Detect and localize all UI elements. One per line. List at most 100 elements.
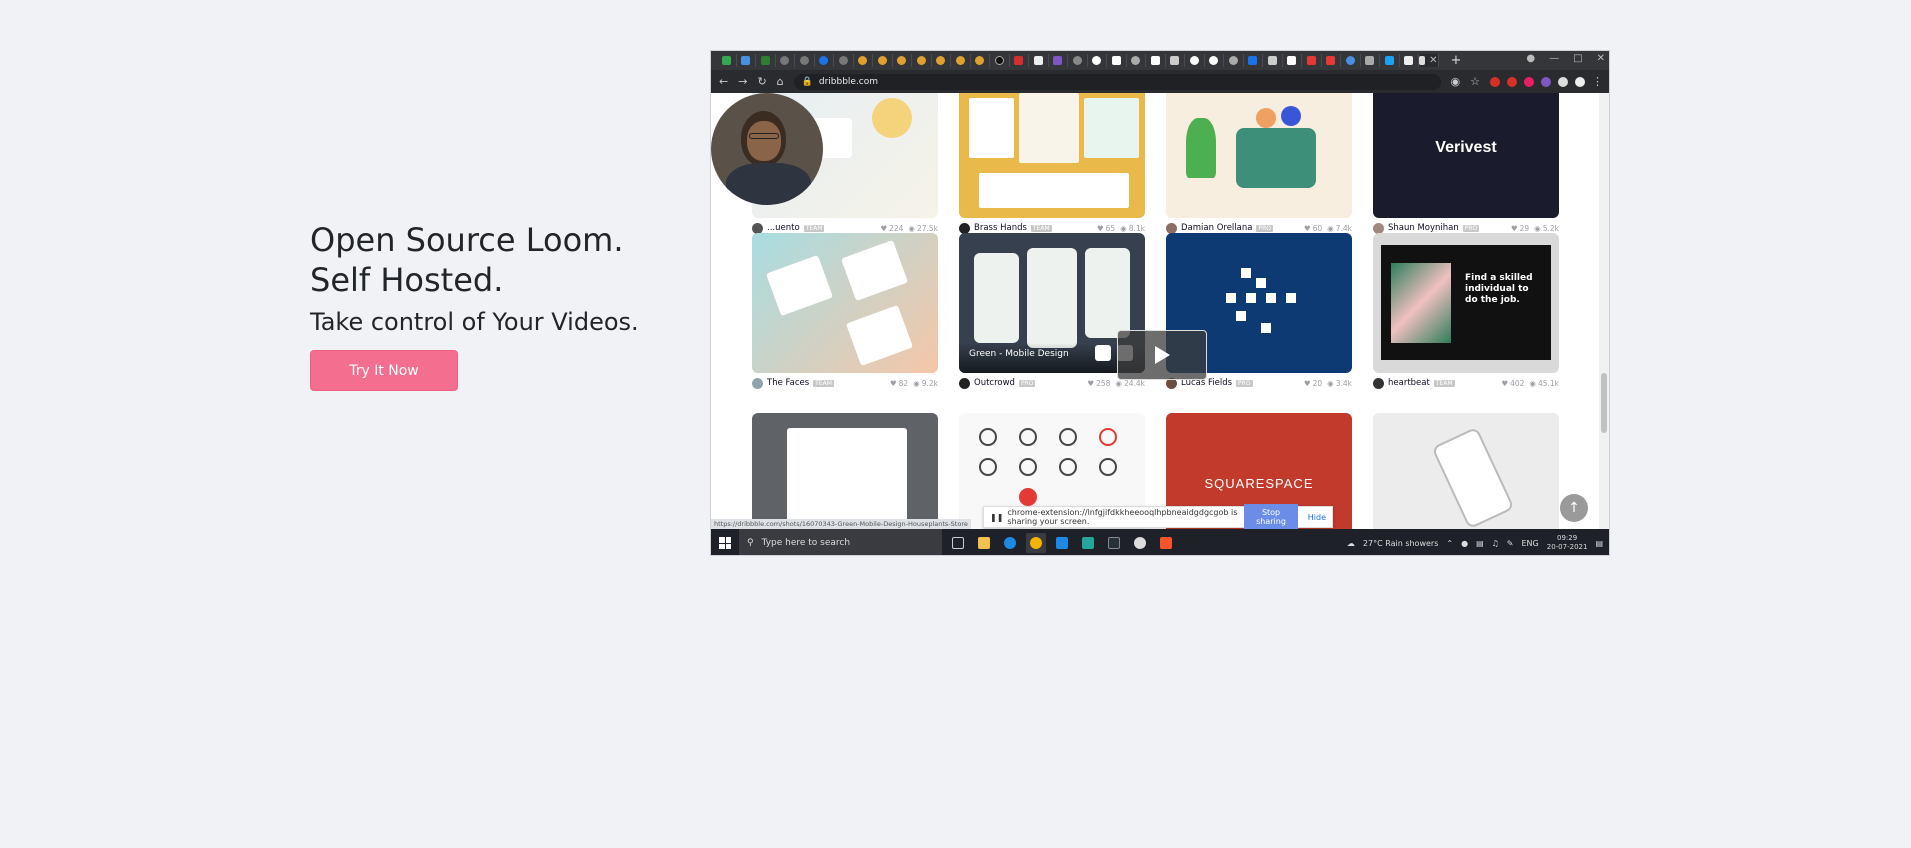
camera-icon[interactable]: ◉	[1451, 75, 1461, 88]
shot-card[interactable]: Damian Orellana PRO 60 7.4k	[1166, 93, 1352, 238]
shot-thumbnail[interactable]	[752, 233, 938, 373]
likes-count[interactable]: 29	[1511, 224, 1530, 233]
likes-count[interactable]: 60	[1304, 224, 1323, 233]
record-icon[interactable]: ●	[1526, 53, 1535, 64]
extension-icon[interactable]	[1507, 76, 1517, 87]
browser-tab[interactable]	[1283, 54, 1302, 67]
shot-card[interactable]: Find a skilled individual to do the job.…	[1373, 233, 1559, 393]
likes-count[interactable]: 65	[1097, 224, 1116, 233]
shot-thumbnail[interactable]: Find a skilled individual to do the job.	[1373, 233, 1559, 373]
shot-thumbnail[interactable]	[959, 93, 1145, 218]
avatar[interactable]	[752, 222, 763, 234]
shot-card[interactable]	[1373, 413, 1559, 529]
webcam-bubble[interactable]	[711, 93, 823, 205]
avatar[interactable]	[1166, 222, 1177, 234]
weather-text[interactable]: 27°C Rain showers	[1363, 539, 1438, 548]
puzzle-icon[interactable]	[1558, 76, 1568, 87]
shot-card[interactable]: Verivest Shaun Moynihan PRO 29 5.2k	[1373, 93, 1559, 238]
browser-tab[interactable]	[1166, 54, 1185, 67]
extension-icon[interactable]	[1541, 76, 1551, 87]
new-tab-button[interactable]: +	[1451, 53, 1462, 68]
hide-button[interactable]: Hide	[1302, 513, 1332, 522]
settings-button[interactable]	[1130, 533, 1150, 553]
browser-tab[interactable]	[1341, 54, 1361, 67]
video-play-button[interactable]	[1117, 330, 1207, 380]
brave-button[interactable]	[1156, 533, 1176, 553]
browser-tab[interactable]	[971, 54, 990, 67]
browser-tab[interactable]	[1302, 54, 1322, 67]
stop-sharing-button[interactable]: Stop sharing	[1244, 504, 1298, 530]
browser-tab[interactable]	[912, 54, 932, 67]
browser-tab[interactable]	[1068, 54, 1088, 67]
home-icon[interactable]: ⌂	[777, 75, 784, 88]
browser-tab[interactable]	[1263, 54, 1283, 67]
browser-tab[interactable]	[1244, 54, 1263, 67]
browser-tab[interactable]	[1088, 54, 1107, 67]
browser-tab[interactable]	[1107, 54, 1127, 67]
shot-thumbnail[interactable]: Verivest	[1373, 93, 1559, 218]
shot-card[interactable]: Brass Hands TEAM 65 8.1k	[959, 93, 1145, 238]
taskbar-search[interactable]: ⚲ Type here to search	[739, 529, 942, 555]
language-indicator[interactable]: ENG	[1522, 539, 1539, 548]
shot-card[interactable]	[752, 413, 938, 529]
scroll-to-top-button[interactable]: ↑	[1560, 494, 1588, 522]
browser-tab[interactable]	[873, 54, 893, 67]
author-name[interactable]: Brass Hands	[974, 223, 1027, 233]
save-to-collection-icon[interactable]	[1095, 345, 1111, 361]
volume-icon[interactable]: ♫	[1492, 539, 1499, 548]
browser-tab[interactable]	[717, 54, 737, 67]
browser-tab[interactable]	[1185, 54, 1205, 67]
back-icon[interactable]: ←	[719, 75, 728, 88]
likes-count[interactable]: 258	[1087, 379, 1110, 388]
browser-tab[interactable]	[815, 54, 834, 67]
avatar[interactable]	[1373, 222, 1384, 234]
likes-count[interactable]: 20	[1304, 379, 1323, 388]
browser-tab[interactable]	[990, 54, 1010, 67]
star-icon[interactable]: ☆	[1470, 75, 1480, 88]
clock[interactable]: 09:29 20-07-2021	[1547, 534, 1588, 552]
vscode-button[interactable]	[1052, 533, 1072, 553]
chevron-up-icon[interactable]: ⌃	[1446, 539, 1453, 548]
forward-icon[interactable]: →	[738, 75, 747, 88]
extension-icon[interactable]	[1524, 76, 1534, 87]
pen-icon[interactable]: ✎	[1507, 539, 1514, 548]
browser-tab[interactable]	[1205, 54, 1224, 67]
browser-tab[interactable]	[1224, 54, 1244, 67]
browser-tab[interactable]	[1380, 54, 1400, 67]
app-button[interactable]	[1078, 533, 1098, 553]
url-field[interactable]: 🔒 dribbble.com	[793, 73, 1441, 90]
browser-tab[interactable]	[756, 54, 776, 67]
shot-thumbnail[interactable]	[752, 413, 938, 529]
browser-tab[interactable]	[1322, 54, 1341, 67]
browser-tab[interactable]	[795, 54, 815, 67]
likes-count[interactable]: 82	[890, 379, 909, 388]
avatar[interactable]	[752, 377, 763, 389]
author-name[interactable]: Damian Orellana	[1181, 223, 1252, 233]
close-tab-icon[interactable]: ✕	[1429, 55, 1437, 66]
menu-kebab-icon[interactable]: ⋮	[1592, 75, 1603, 88]
task-view-button[interactable]	[948, 533, 968, 553]
minimize-icon[interactable]: —	[1549, 53, 1559, 64]
browser-tab[interactable]	[951, 54, 971, 67]
browser-tab[interactable]	[776, 54, 795, 67]
scrollbar-thumb[interactable]	[1601, 373, 1607, 433]
maximize-icon[interactable]: □	[1573, 53, 1582, 64]
author-name[interactable]: heartbeat	[1388, 378, 1430, 388]
shot-thumbnail[interactable]	[1166, 93, 1352, 218]
avatar[interactable]	[959, 222, 970, 234]
browser-tab[interactable]	[737, 54, 756, 67]
close-icon[interactable]: ✕	[1597, 53, 1605, 64]
browser-tab[interactable]	[1010, 54, 1029, 67]
browser-tab[interactable]	[1127, 54, 1146, 67]
browser-tab[interactable]	[1029, 54, 1049, 67]
browser-tab-active[interactable]: ✕	[1419, 54, 1439, 67]
terminal-button[interactable]	[1104, 533, 1124, 553]
browser-tab[interactable]	[854, 54, 873, 67]
browser-tab[interactable]	[893, 54, 912, 67]
shot-card[interactable]: The Faces TEAM 82 9.2k	[752, 233, 938, 393]
mic-icon[interactable]: ●	[1461, 539, 1468, 548]
likes-count[interactable]: 224	[880, 224, 903, 233]
reload-icon[interactable]: ↻	[757, 75, 766, 88]
extension-icon[interactable]	[1490, 76, 1500, 87]
author-name[interactable]: Shaun Moynihan	[1388, 223, 1459, 233]
